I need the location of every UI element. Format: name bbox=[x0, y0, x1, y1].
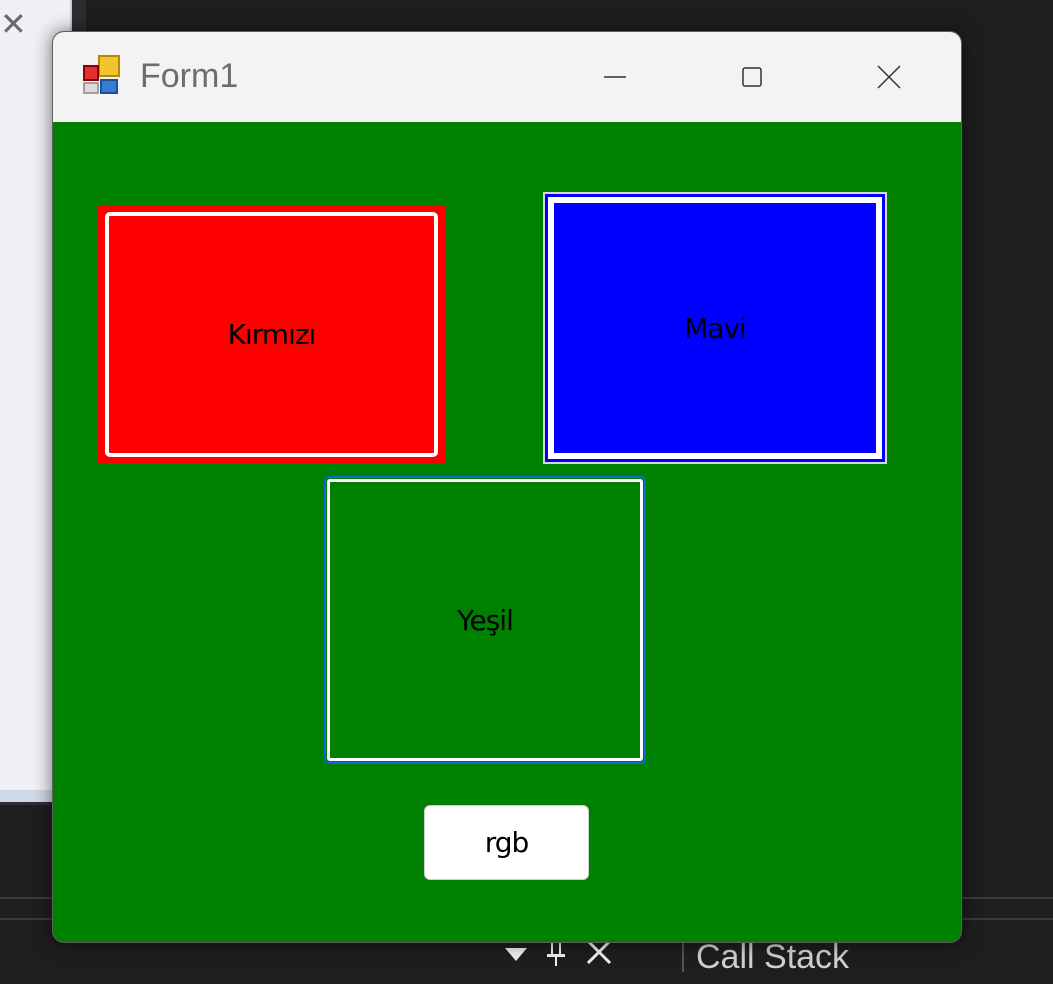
window-title: Form1 bbox=[140, 57, 239, 95]
call-stack-label: Call Stack bbox=[696, 938, 850, 976]
green-box[interactable]: Yeşil bbox=[324, 476, 646, 764]
rgb-button[interactable]: rgb bbox=[424, 805, 589, 880]
red-box[interactable]: Kırmızı bbox=[98, 205, 445, 464]
close-icon bbox=[877, 65, 901, 89]
blue-box[interactable]: Mavi bbox=[543, 192, 887, 464]
rgb-button-label: rgb bbox=[484, 826, 530, 859]
close-icon[interactable]: ✕ bbox=[0, 8, 36, 40]
dropdown-arrow-icon[interactable] bbox=[505, 947, 527, 961]
blue-box-label: Mavi bbox=[684, 311, 747, 345]
maximize-icon bbox=[742, 67, 762, 87]
form-window: Form1 Kırmızı Mavi Yeşil rgb bbox=[52, 31, 962, 943]
minimize-button[interactable] bbox=[587, 54, 643, 100]
app-icon bbox=[83, 55, 120, 94]
close-button[interactable] bbox=[861, 54, 917, 100]
maximize-button[interactable] bbox=[724, 54, 780, 100]
title-bar[interactable]: Form1 bbox=[53, 32, 961, 122]
green-box-label: Yeşil bbox=[457, 603, 514, 637]
minimize-icon bbox=[604, 76, 626, 78]
red-box-label: Kırmızı bbox=[227, 318, 317, 351]
